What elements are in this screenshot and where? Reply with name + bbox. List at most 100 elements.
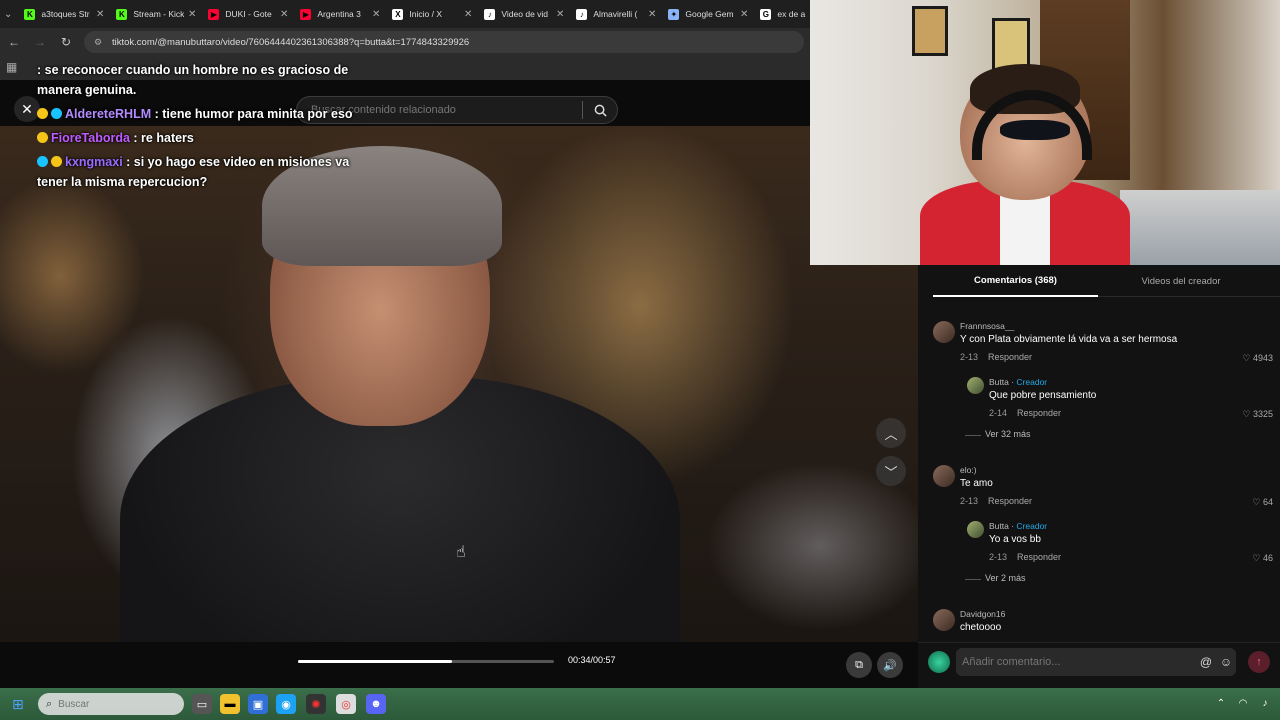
video-nav-arrows: ︿ ﹀ <box>876 418 906 494</box>
like-button[interactable]: ♡ 4943 <box>1242 353 1273 364</box>
apps-grid-icon[interactable]: ▦ <box>6 60 20 74</box>
next-video-button[interactable]: ﹀ <box>876 456 906 486</box>
comment-composer: @ ☺ ↑ <box>918 642 1280 682</box>
tab-search-icon[interactable]: ⌄ <box>4 5 12 23</box>
send-comment-button[interactable]: ↑ <box>1248 651 1270 673</box>
comment-username[interactable]: Butta · Creador <box>989 377 1047 387</box>
chrome-icon[interactable]: ◎ <box>336 694 356 714</box>
app-icon[interactable]: ✺ <box>306 694 326 714</box>
file-explorer-icon[interactable]: ▬ <box>220 694 240 714</box>
reply-button[interactable]: Responder <box>988 352 1032 362</box>
comment-username[interactable]: Butta · Creador <box>989 521 1047 531</box>
taskbar-search[interactable]: ⌕ <box>38 693 191 715</box>
comments-list: Frannnsosa__ Y con Plata obviamente lá vi… <box>933 315 1273 659</box>
browser-tab[interactable]: ♪ Video de vid ✕ <box>478 3 570 25</box>
browser-tab[interactable]: ✦ Google Gem ✕ <box>662 3 754 25</box>
emoji-icon[interactable]: ☺ <box>1216 652 1236 672</box>
stream-chat-overlay: : se reconocer cuando un hombre no es gr… <box>37 60 367 196</box>
discord-icon[interactable]: ☻ <box>366 694 386 714</box>
reply-button[interactable]: Responder <box>988 496 1032 506</box>
search-icon[interactable] <box>583 97 617 123</box>
video-frame[interactable] <box>0 126 918 642</box>
comment-username[interactable]: elo:) <box>960 465 977 475</box>
avatar[interactable] <box>933 609 955 631</box>
like-button[interactable]: ♡ 64 <box>1252 497 1273 508</box>
avatar[interactable] <box>933 321 955 343</box>
comment-date: 2-13 <box>960 496 979 506</box>
volume-tray-icon[interactable]: ♪ <box>1258 696 1272 710</box>
like-count: 3325 <box>1252 409 1273 419</box>
comment-meta: 2-14 Responder <box>989 408 1061 418</box>
browser-tab[interactable]: ▶ DUKI - Gote ✕ <box>202 3 294 25</box>
like-button[interactable]: ♡ 3325 <box>1242 409 1273 420</box>
comment: Frannnsosa__ Y con Plata obviamente lá vi… <box>933 315 1273 371</box>
chat-username: kxngmaxi <box>65 155 123 169</box>
chat-badge-icon <box>51 108 62 119</box>
chat-message: AldereteRHLM : tiene humor para minita p… <box>37 104 367 124</box>
edge-icon[interactable]: ◉ <box>276 694 296 714</box>
store-icon[interactable]: ▣ <box>248 694 268 714</box>
task-view-icon[interactable]: ▭ <box>192 694 212 714</box>
url-input[interactable]: ⚙ tiktok.com/@manubuttaro/video/76064444… <box>84 31 804 53</box>
comment-username[interactable]: Frannnsosa__ <box>960 321 1014 331</box>
comment-date: 2-13 <box>989 552 1008 562</box>
tab-close-icon[interactable]: ✕ <box>280 9 288 20</box>
comment-reply: Butta · Creador Yo a vos bb 2-13 Responder ♡… <box>933 515 1273 571</box>
tab-close-icon[interactable]: ✕ <box>556 9 564 20</box>
tab-close-icon[interactable]: ✕ <box>740 9 748 20</box>
browser-tab[interactable]: Ka3toques Str ✕ <box>18 3 110 25</box>
browser-tab[interactable]: ▶ Argentina 3 ✕ <box>294 3 386 25</box>
back-icon[interactable]: ← <box>2 30 26 54</box>
tab-close-icon[interactable]: ✕ <box>464 9 472 20</box>
reply-button[interactable]: Responder <box>1017 552 1061 562</box>
previous-video-button[interactable]: ︿ <box>876 418 906 448</box>
picture-in-picture-icon[interactable]: ⧉ <box>846 652 872 678</box>
view-more-replies[interactable]: Ver 2 más <box>933 571 1273 603</box>
tab-favicon-icon: ♪ <box>484 8 496 20</box>
like-count: 64 <box>1262 497 1273 507</box>
chat-message: kxngmaxi : si yo hago ese video en misio… <box>37 152 367 192</box>
heart-icon: ♡ <box>1242 353 1253 363</box>
forward-icon[interactable]: → <box>28 30 52 54</box>
comment-meta: 2-13 Responder <box>960 352 1032 362</box>
windows-start-icon[interactable]: ⊞ <box>12 696 28 712</box>
tab-favicon-icon: K <box>24 8 36 20</box>
avatar[interactable] <box>933 465 955 487</box>
taskbar-search-input[interactable] <box>52 698 191 710</box>
tray-icon[interactable]: ⌃ <box>1214 696 1228 710</box>
tab-comments[interactable]: Comentarios (368) <box>933 265 1098 297</box>
mention-icon[interactable]: @ <box>1196 652 1216 672</box>
like-button[interactable]: ♡ 46 <box>1252 553 1273 564</box>
avatar[interactable] <box>967 377 984 394</box>
comment-text: Que pobre pensamiento <box>989 390 1097 401</box>
tab-title: Almavirelli ( <box>593 9 638 19</box>
comment-input-box[interactable]: @ ☺ <box>956 648 1236 676</box>
comment-input[interactable] <box>956 656 1196 668</box>
tab-close-icon[interactable]: ✕ <box>648 9 656 20</box>
view-more-replies[interactable]: Ver 32 más <box>933 427 1273 459</box>
avatar[interactable] <box>967 521 984 538</box>
username-text: Frannnsosa__ <box>960 321 1015 331</box>
browser-tab[interactable]: ♪ Almavirelli (✕ <box>570 3 662 25</box>
browser-tab[interactable]: X Inicio / X ✕ <box>386 3 478 25</box>
tab-close-icon[interactable]: ✕ <box>188 9 196 20</box>
browser-tab[interactable]: K Stream - Kick ✕ <box>110 3 202 25</box>
network-icon[interactable]: ◠ <box>1236 696 1250 710</box>
tab-creator-videos[interactable]: Videos del creador <box>1098 265 1264 297</box>
reload-icon[interactable]: ↻ <box>54 30 78 54</box>
site-info-icon[interactable]: ⚙ <box>94 37 104 47</box>
tab-title: Google Gem <box>685 9 734 19</box>
tab-favicon-icon: ▶ <box>300 8 312 20</box>
volume-icon[interactable]: 🔊 <box>877 652 903 678</box>
sunglasses-icon <box>1000 120 1070 140</box>
tab-close-icon[interactable]: ✕ <box>96 9 104 20</box>
comment-meta: 2-13 Responder <box>989 552 1061 562</box>
progress-bar[interactable] <box>298 660 554 663</box>
tab-title: Video de vid <box>501 9 549 19</box>
comment-username[interactable]: Davidgon16 <box>960 609 1005 619</box>
comment-text: Te amo <box>960 478 993 489</box>
reply-button[interactable]: Responder <box>1017 408 1061 418</box>
chat-text: : re haters <box>129 131 194 145</box>
chat-username: FioreTaborda <box>51 131 130 145</box>
tab-close-icon[interactable]: ✕ <box>372 9 380 20</box>
